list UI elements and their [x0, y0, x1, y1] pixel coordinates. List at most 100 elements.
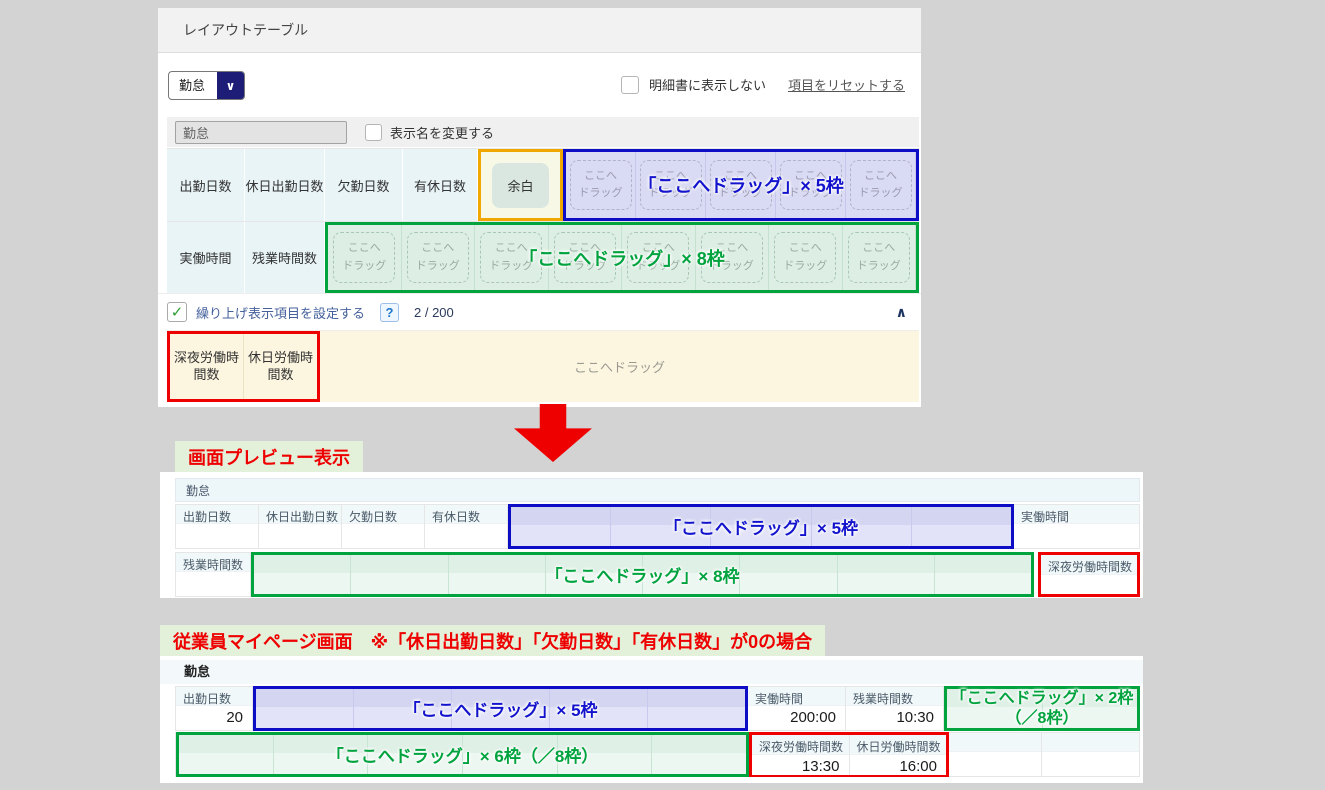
column-value: 16:00 — [849, 755, 946, 775]
preview-column: 休日出勤日数 — [259, 504, 342, 549]
drop-here-zone[interactable]: ここへドラッグ — [320, 331, 919, 402]
drag-placeholder-text: ここへ — [568, 242, 602, 255]
column-value: 20 — [176, 706, 252, 731]
mypage-column — [1042, 732, 1140, 777]
item-cell[interactable]: 出勤日数 — [167, 149, 245, 221]
annotation-blue-box: ここへ ドラッグ ここへ ドラッグ ここへ ドラッグ ここへ ドラッグ ここへ ドラッグ … — [563, 149, 919, 221]
item-cell[interactable]: 深夜労働時間数 — [170, 334, 244, 399]
mypage-column — [949, 732, 1042, 777]
rollup-drop-area: 深夜労働時間数 休日労働時間数 ここへドラッグ — [167, 330, 919, 402]
drag-placeholder: ここへ ドラッグ — [709, 159, 772, 211]
item-cell[interactable]: 休日出勤日数 — [245, 149, 325, 221]
annotation-red-box: 深夜労働時間数 — [1038, 552, 1140, 597]
preview-column: 有休日数 — [425, 504, 508, 549]
column-label: 休日労働時間数 — [849, 735, 946, 755]
column-value: 200:00 — [748, 706, 845, 731]
preview-table-header: 勤怠 — [175, 478, 1140, 502]
drag-placeholder-text: ここへ — [724, 169, 757, 182]
help-icon[interactable]: ? — [380, 302, 400, 322]
toolbar: 勤怠 ∨ 明細書に表示しない 項目をリセットする — [158, 53, 921, 117]
column-value — [176, 572, 250, 597]
drag-placeholder-text: ここへ — [864, 169, 897, 182]
column-label: 深夜労働時間数 — [1041, 555, 1137, 575]
drag-placeholder-text: ここへ — [421, 242, 455, 255]
change-display-name-checkbox[interactable] — [365, 123, 382, 141]
preview-column: 欠勤日数 — [342, 504, 425, 549]
preview-section-label: 画面プレビュー表示 — [175, 441, 363, 473]
drag-target-cell[interactable]: ここへ ドラッグ — [475, 225, 549, 290]
chevron-down-icon: ∨ — [217, 72, 245, 99]
display-name-input[interactable] — [175, 120, 347, 144]
drag-target-cell[interactable]: ここへ ドラッグ — [566, 152, 636, 218]
item-cell[interactable]: 有休日数 — [403, 149, 478, 221]
hide-on-statement-checkbox[interactable] — [620, 75, 639, 94]
column-value — [1041, 575, 1137, 594]
item-cell[interactable]: 休日労働時間数 — [244, 334, 317, 399]
drag-target-cell[interactable]: ここへ ドラッグ — [622, 225, 696, 290]
change-display-name-label: 表示名を変更する — [390, 125, 495, 141]
layout-table-panel: レイアウトテーブル 勤怠 ∨ 明細書に表示しない 項目をリセットする 表示名を変… — [158, 8, 921, 407]
annotation-red-box: 深夜労働時間数 13:30 休日労働時間数 16:00 — [749, 732, 949, 777]
drag-placeholder-text: ドラッグ — [858, 187, 903, 199]
drop-here-text: ここへドラッグ — [573, 360, 665, 375]
drag-target-cell[interactable]: ここへ ドラッグ — [706, 152, 776, 218]
mypage-table-header: 勤怠 — [160, 660, 1143, 684]
drag-placeholder: ここへ ドラッグ — [406, 232, 469, 283]
panel-title: レイアウトテーブル — [158, 8, 921, 53]
layout-row-2: 実働時間 残業時間数 ここへ ドラッグ ここへ ドラッグ ここへ ドラッグ ここへ ドラ… — [167, 221, 919, 293]
drag-placeholder-text: ドラッグ — [718, 187, 763, 199]
item-cell[interactable]: 欠勤日数 — [325, 149, 403, 221]
drag-placeholder-text: ここへ — [654, 169, 687, 182]
mypage-column: 深夜労働時間数 13:30 — [752, 735, 850, 775]
item-cell[interactable]: 残業時間数 — [245, 222, 325, 293]
preview-table: 出勤日数 休日出勤日数 欠勤日数 有休日数 「ここへドラッグ」× 5枠 実働時間… — [175, 504, 1140, 597]
reset-items-link[interactable]: 項目をリセットする — [788, 75, 905, 94]
drag-target-cell[interactable]: ここへ ドラッグ — [549, 225, 622, 290]
mypage-column: 出勤日数 20 — [176, 686, 253, 731]
column-label: 残業時間数 — [176, 552, 250, 572]
toolbar-right: 明細書に表示しない 項目をリセットする — [620, 75, 905, 94]
annotation-green-box: 「ここへドラッグ」× 8枠 — [251, 552, 1034, 597]
drag-placeholder: ここへ ドラッグ — [333, 232, 396, 283]
drag-placeholder: ここへ ドラッグ — [480, 232, 543, 283]
drag-placeholder: ここへ ドラッグ — [700, 232, 763, 283]
column-value — [176, 524, 258, 549]
drag-placeholder: ここへ ドラッグ — [774, 232, 837, 283]
hide-on-statement-label: 明細書に表示しない — [648, 78, 766, 93]
drag-target-cell[interactable]: ここへ ドラッグ — [846, 152, 916, 218]
column-label: 欠勤日数 — [342, 504, 424, 524]
mypage-column: 休日労働時間数 16:00 — [849, 735, 946, 775]
drag-placeholder: ここへ ドラッグ — [639, 159, 702, 211]
preview-panel: 勤怠 出勤日数 休日出勤日数 欠勤日数 有休日数 「ここへドラッグ」× 5枠 実… — [160, 472, 1143, 598]
annotation-blue-box: 「ここへドラッグ」× 5枠 — [508, 504, 1014, 549]
drag-placeholder: ここへ ドラッグ — [569, 159, 632, 211]
drag-target-cell[interactable]: ここへ ドラッグ — [402, 225, 475, 290]
drag-placeholder-text: ここへ — [584, 169, 617, 182]
red-down-arrow — [514, 404, 592, 462]
column-value: 10:30 — [846, 706, 943, 731]
drag-placeholder-text: ドラッグ — [636, 259, 681, 272]
drag-target-cell[interactable]: ここへ ドラッグ — [696, 225, 769, 290]
category-select[interactable]: 勤怠 ∨ — [168, 71, 246, 100]
item-cell[interactable]: 実働時間 — [167, 222, 245, 293]
drag-target-cell[interactable]: ここへ ドラッグ — [769, 225, 843, 290]
rollup-checkbox[interactable]: ✓ — [167, 302, 187, 322]
drag-target-cell[interactable]: ここへ ドラッグ — [636, 152, 706, 218]
drag-target-cell[interactable]: ここへ ドラッグ — [776, 152, 846, 218]
drag-target-cell[interactable]: ここへ ドラッグ — [843, 225, 916, 290]
preview-row-2: 残業時間数 「ここへドラッグ」× 8枠 深夜労働時間数 — [175, 552, 1140, 597]
rollup-settings-row: ✓ 繰り上げ表示項目を設定する ? 2 / 200 ∧ — [158, 293, 921, 330]
collapse-chevron-icon[interactable]: ∧ — [896, 304, 907, 321]
drag-placeholder-text: ドラッグ — [415, 259, 460, 272]
column-label: 実働時間 — [748, 686, 845, 706]
blank-item-cell[interactable]: 余白 — [492, 162, 549, 208]
column-value: 13:30 — [752, 755, 849, 775]
column-label: 残業時間数 — [846, 686, 943, 706]
mypage-row-1: 出勤日数 20 「ここへドラッグ」× 5枠 実働時間 200:00 残業時間数 … — [175, 686, 1140, 731]
drag-placeholder-text: ドラッグ — [648, 187, 693, 199]
preview-column: 残業時間数 — [176, 552, 251, 597]
column-label: 出勤日数 — [176, 504, 258, 524]
column-label: 休日出勤日数 — [259, 504, 341, 524]
drag-target-cell[interactable]: ここへ ドラッグ — [328, 225, 402, 290]
annotation-green-box: ここへ ドラッグ ここへ ドラッグ ここへ ドラッグ ここへ ドラッグ ここへ ドラッグ … — [325, 222, 919, 293]
